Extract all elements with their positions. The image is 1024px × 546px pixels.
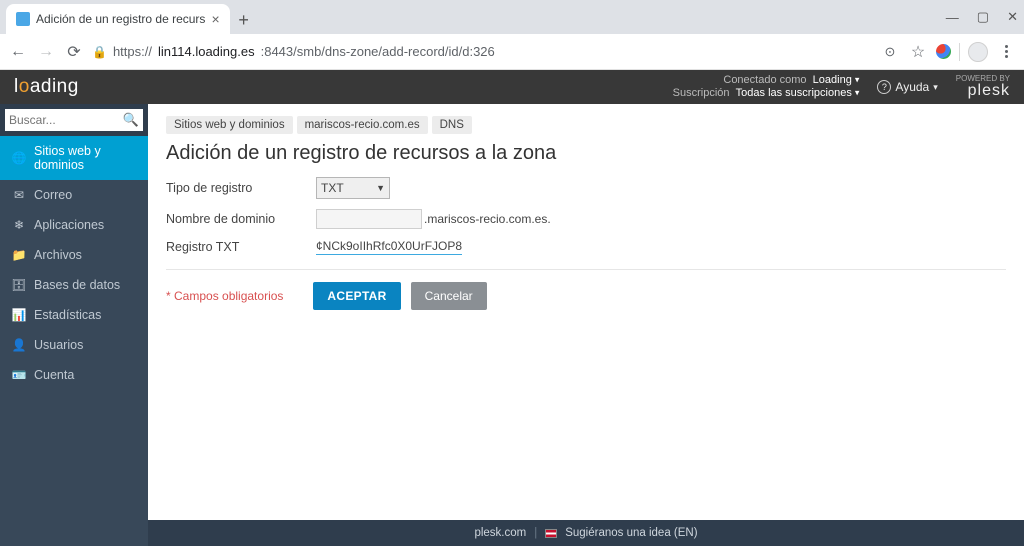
tab-close-icon[interactable]: × <box>211 11 219 27</box>
sidebar-item-label: Correo <box>34 188 72 202</box>
sidebar-item-label: Sitios web y dominios <box>34 144 136 172</box>
accept-button[interactable]: ACEPTAR <box>313 282 400 310</box>
globe-icon: 🌐 <box>12 151 26 165</box>
sidebar-item-apps[interactable]: ❄ Aplicaciones <box>0 210 148 240</box>
sidebar: 🔍 🌐 Sitios web y dominios ✉ Correo ❄ Apl… <box>0 104 148 546</box>
sidebar-item-label: Archivos <box>34 248 82 262</box>
sidebar-item-databases[interactable]: 🗄 Bases de datos <box>0 270 148 300</box>
help-icon: ? <box>877 80 891 94</box>
url-host: lin114.loading.es <box>158 44 255 59</box>
domain-name-label: Nombre de dominio <box>166 212 316 226</box>
sidebar-item-users[interactable]: 👤 Usuarios <box>0 330 148 360</box>
bookmark-icon[interactable]: ☆ <box>908 42 928 62</box>
footer-suggest-link[interactable]: Sugiéranos una idea (EN) <box>565 527 697 539</box>
required-fields-note: * Campos obligatorios <box>166 289 283 303</box>
cancel-button[interactable]: Cancelar <box>411 282 487 310</box>
window-maximize-icon[interactable]: ▢ <box>977 9 989 25</box>
connection-info: Conectado como Loading ▾ Suscripción Tod… <box>673 74 860 100</box>
connected-as-label: Conectado como <box>723 74 806 86</box>
sidebar-item-label: Estadísticas <box>34 308 101 322</box>
browser-tabbar: Adición de un registro de recurs × + — ▢… <box>0 0 1024 34</box>
search-input[interactable] <box>9 113 123 127</box>
mail-icon: ✉ <box>12 188 26 202</box>
app-footer: plesk.com | Sugiéranos una idea (EN) <box>148 520 1024 546</box>
user-icon: 👤 <box>12 338 26 352</box>
window-controls: — ▢ ✕ <box>946 0 1024 34</box>
breadcrumb: Sitios web y dominios mariscos-recio.com… <box>166 116 1006 134</box>
record-type-value: TXT <box>321 181 344 195</box>
extension-icon[interactable] <box>936 44 951 59</box>
record-type-label: Tipo de registro <box>166 181 316 195</box>
user-menu[interactable]: Loading ▾ <box>813 74 860 86</box>
brand-logo[interactable]: loading <box>14 76 79 98</box>
lock-icon: 🔒 <box>92 45 107 59</box>
chevron-down-icon: ▼ <box>376 183 385 193</box>
divider <box>166 269 1006 270</box>
sidebar-item-account[interactable]: 🪪 Cuenta <box>0 360 148 390</box>
nav-reload-icon[interactable]: ⟳ <box>64 42 84 62</box>
record-type-select[interactable]: TXT ▼ <box>316 177 390 199</box>
browser-menu-icon[interactable] <box>996 45 1016 58</box>
sidebar-item-mail[interactable]: ✉ Correo <box>0 180 148 210</box>
domain-suffix: .mariscos-recio.com.es. <box>424 212 551 226</box>
main-panel: Sitios web y dominios mariscos-recio.com… <box>148 104 1024 546</box>
address-bar[interactable]: 🔒 https:// lin114.loading.es :8443/smb/dns… <box>92 44 872 59</box>
sidebar-item-label: Usuarios <box>34 338 83 352</box>
apps-icon: ❄ <box>12 218 26 232</box>
sidebar-item-label: Bases de datos <box>34 278 120 292</box>
help-menu[interactable]: ? Ayuda ▾ <box>877 80 937 94</box>
breadcrumb-item[interactable]: Sitios web y dominios <box>166 116 293 134</box>
sidebar-item-label: Aplicaciones <box>34 218 104 232</box>
url-prefix: https:// <box>113 44 152 59</box>
search-icon[interactable]: 🔍 <box>123 112 139 128</box>
plesk-text: plesk <box>956 83 1010 99</box>
txt-record-label: Registro TXT <box>166 240 316 254</box>
txt-record-input[interactable]: ¢NCk9oIIhRfc0X0UrFJOP8 <box>316 239 462 255</box>
tab-title: Adición de un registro de recurs <box>36 12 205 26</box>
database-icon: 🗄 <box>12 278 26 292</box>
plesk-logo[interactable]: POWERED BY plesk <box>956 75 1010 99</box>
domain-name-input[interactable] <box>316 209 422 229</box>
toolbar-divider <box>959 43 960 61</box>
profile-avatar[interactable] <box>968 42 988 62</box>
brand-post: ading <box>30 76 79 97</box>
page-title: Adición de un registro de recursos a la … <box>166 142 1006 165</box>
tab-favicon <box>16 12 30 26</box>
folder-icon: 📁 <box>12 248 26 262</box>
nav-back-icon[interactable]: ← <box>8 42 28 62</box>
url-path: :8443/smb/dns-zone/add-record/id/d:326 <box>261 44 495 59</box>
subscription-menu[interactable]: Todas las suscripciones ▾ <box>736 87 860 99</box>
browser-tab[interactable]: Adición de un registro de recurs × <box>6 4 230 34</box>
breadcrumb-item[interactable]: mariscos-recio.com.es <box>297 116 428 134</box>
subscription-label: Suscripción <box>673 87 730 99</box>
sidebar-item-files[interactable]: 📁 Archivos <box>0 240 148 270</box>
flag-icon <box>545 529 557 538</box>
new-tab-button[interactable]: + <box>230 6 258 34</box>
stats-icon: 📊 <box>12 308 26 322</box>
app-header: loading Conectado como Loading ▾ Suscrip… <box>0 70 1024 104</box>
nav-forward-icon[interactable]: → <box>36 42 56 62</box>
sidebar-item-stats[interactable]: 📊 Estadísticas <box>0 300 148 330</box>
breadcrumb-item[interactable]: DNS <box>432 116 472 134</box>
brand-accent: o <box>19 76 30 97</box>
window-minimize-icon[interactable]: — <box>946 10 959 25</box>
window-close-icon[interactable]: ✕ <box>1007 9 1018 25</box>
browser-toolbar: ← → ⟳ 🔒 https:// lin114.loading.es :8443/s… <box>0 34 1024 70</box>
omnibox-search-icon[interactable]: ⊙ <box>880 42 900 62</box>
sidebar-item-websites-domains[interactable]: 🌐 Sitios web y dominios <box>0 136 148 180</box>
footer-plesk-link[interactable]: plesk.com <box>474 527 526 539</box>
sidebar-search: 🔍 <box>0 104 148 136</box>
sidebar-item-label: Cuenta <box>34 368 74 382</box>
account-icon: 🪪 <box>12 368 26 382</box>
help-label: Ayuda <box>895 80 929 94</box>
